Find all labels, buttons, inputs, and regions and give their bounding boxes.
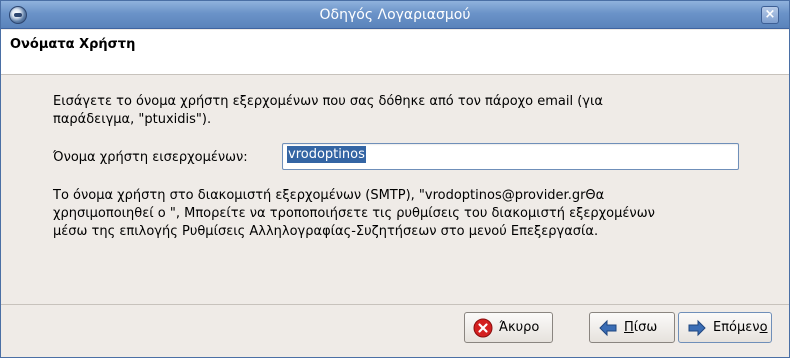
title-bar[interactable]: Οδηγός Λογαριασμού ×	[1, 1, 789, 29]
button-separator	[1, 304, 789, 305]
info-line-3: μέσω της επιλογής Ρυθμίσεις Αλληλογραφία…	[53, 224, 599, 239]
info-line-2: χρησιμοποιηθεί ο ", Μπορείτε να τροποποι…	[53, 206, 655, 221]
arrow-right-icon	[688, 319, 706, 336]
wizard-content: Εισάγετε το όνομα χρήστη εξερχομένων που…	[1, 76, 789, 305]
next-label: Επόμενο	[713, 320, 768, 335]
page-header: Ονόματα Χρήστη	[1, 30, 789, 75]
close-icon: ×	[764, 7, 776, 22]
arrow-left-icon	[599, 319, 617, 336]
next-button[interactable]: Επόμενο	[678, 312, 772, 343]
intro-line-2: παράδειγμα, "ptuxidis").	[53, 112, 212, 127]
info-line-1: Το όνομα χρήστη στο διακομιστή εξερχομέν…	[53, 188, 605, 203]
page-title: Ονόματα Χρήστη	[10, 37, 136, 52]
close-button[interactable]: ×	[761, 6, 779, 24]
intro-line-1: Εισάγετε το όνομα χρήστη εξερχομένων που…	[53, 94, 603, 109]
intro-text: Εισάγετε το όνομα χρήστη εξερχομένων που…	[53, 93, 703, 129]
info-text: Το όνομα χρήστη στο διακομιστή εξερχομέν…	[53, 187, 733, 241]
cancel-icon	[473, 318, 493, 337]
cancel-label: Άκυρο	[499, 320, 540, 335]
back-button[interactable]: Πίσω	[589, 312, 675, 343]
cancel-button[interactable]: Άκυρο	[464, 312, 553, 343]
back-label: Πίσω	[624, 320, 658, 335]
window-title: Οδηγός Λογαριασμού	[319, 7, 471, 23]
username-value: vrodoptinos	[287, 146, 366, 163]
username-label: Όνομα χρήστη εισερχομένων:	[53, 150, 248, 165]
username-input[interactable]: vrodoptinos	[282, 143, 739, 170]
account-wizard-window: Οδηγός Λογαριασμού × Ονόματα Χρήστη Εισά…	[0, 0, 790, 358]
